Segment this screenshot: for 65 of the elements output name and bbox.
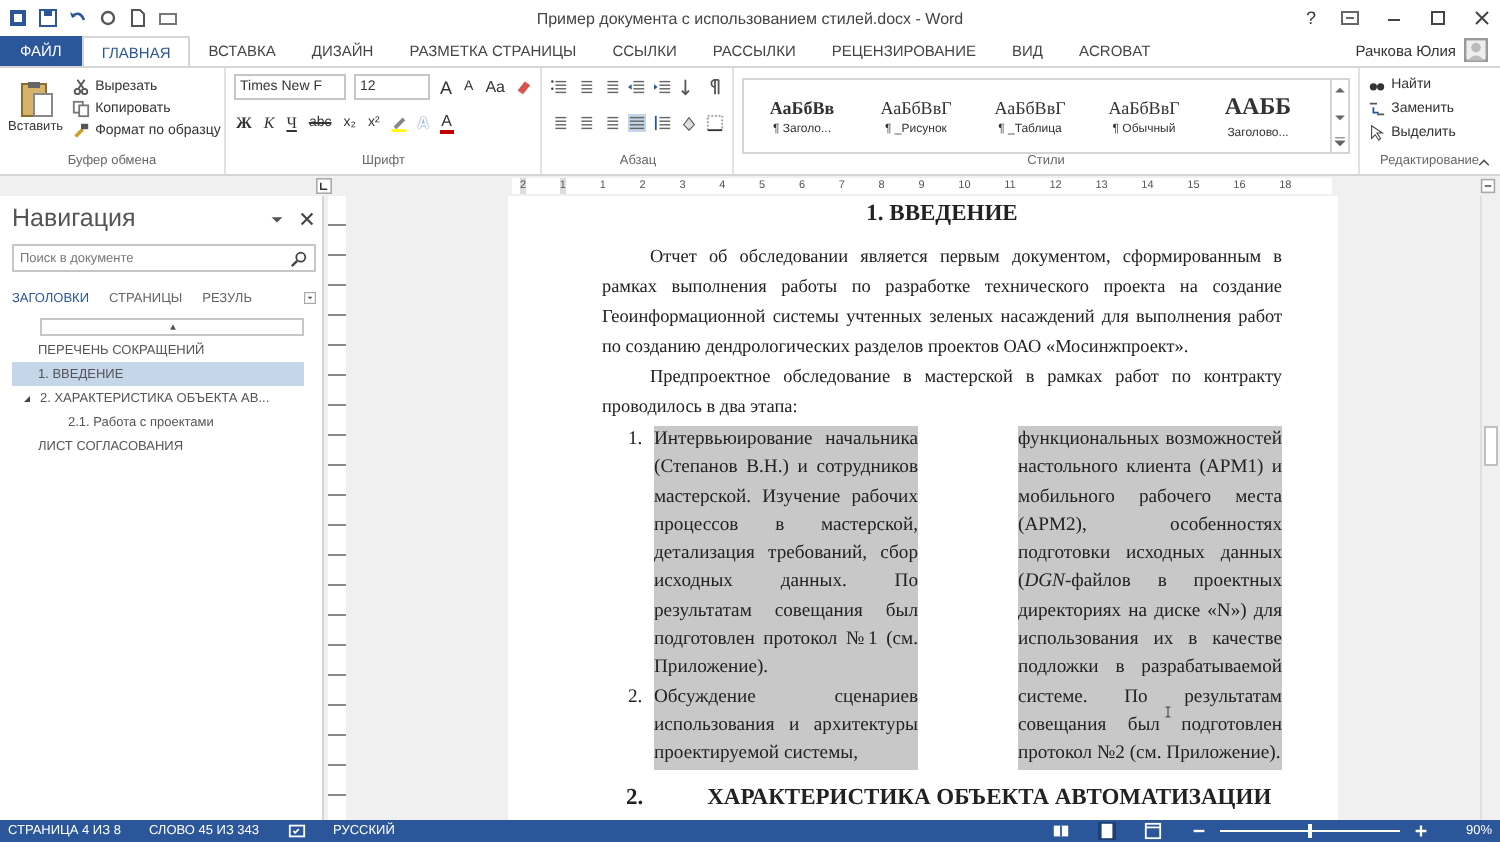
close-icon[interactable]	[1472, 8, 1492, 28]
zoom-in-icon[interactable]	[1411, 822, 1430, 840]
heading-number: 2.	[626, 785, 644, 810]
new-document-icon[interactable]	[128, 8, 148, 28]
zoom-slider[interactable]	[1307, 824, 1312, 838]
text-cursor-icon	[1162, 702, 1174, 722]
collapse-ribbon-icon[interactable]	[1476, 154, 1492, 170]
format-button[interactable]: К	[261, 114, 277, 132]
read-mode-icon[interactable]	[1051, 822, 1070, 840]
align-right-icon[interactable]	[602, 114, 621, 132]
eraser-icon[interactable]	[514, 78, 533, 96]
scroll-thumb[interactable]	[1484, 426, 1498, 466]
document-paragraph: Отчет об обследовании является первым документом, сформированным в рамках выполнения работы по разработке технического проекта на создание Геоинформационной системы учтенных зеленых насаждений для выполнения работ по созданию дендрологических разделов проектов ОАО «Мосинжпроект».	[602, 244, 1282, 360]
web-layout-icon[interactable]	[1143, 822, 1162, 840]
bullet-list-icon[interactable]	[550, 78, 569, 96]
decrease-indent-icon[interactable]	[628, 78, 647, 96]
tab-stop-icon[interactable]	[316, 178, 332, 194]
window-title: Пример документа с использованием стилей.docx - Word	[534, 9, 966, 27]
align-center-icon[interactable]	[576, 114, 595, 132]
list-item-text: Интервьюирование начальника (Степанов В.Н.) и сотрудников мастерской. Изучение рабочих процессов в мастерской, детализация требований, сбор исходных данных. По результатам совещания был подготовлен протокол №1 (см. Приложение).	[654, 426, 918, 684]
highlighter-icon[interactable]	[389, 114, 408, 132]
align-left-icon[interactable]	[550, 114, 569, 132]
document-paragraph: Предпроектное обследование в мастерской в рамках работ по контракту проводилось в два этапа:	[602, 364, 1282, 420]
view-ruler-icon[interactable]	[1480, 178, 1496, 194]
format-button[interactable]: A	[415, 114, 432, 132]
brush-icon	[71, 122, 90, 140]
borders-icon[interactable]	[706, 114, 725, 132]
style-preview: АаБбВвГ	[994, 97, 1066, 117]
line-spacing-icon[interactable]	[654, 114, 673, 132]
list-item-text: Обсуждение сценариев использования и архитектуры проектируемой системы,	[654, 683, 918, 770]
search-icon[interactable]	[290, 249, 308, 267]
word-app-icon	[8, 8, 28, 28]
expanded-triangle-icon[interactable]	[22, 393, 32, 403]
vertical-scrollbar[interactable]	[1480, 196, 1500, 820]
user-avatar-icon	[1464, 38, 1488, 62]
format-button[interactable]: Ч	[284, 114, 299, 132]
collapse-arrow-icon	[165, 320, 179, 334]
increase-indent-icon[interactable]	[654, 78, 673, 96]
save-icon[interactable]	[38, 8, 58, 28]
scissors-icon	[71, 78, 90, 96]
help-button[interactable]: ?	[1305, 8, 1316, 28]
list-number: 2.	[626, 683, 645, 712]
close-icon[interactable]	[298, 209, 316, 227]
cursor-arrow-icon	[1367, 124, 1386, 142]
copy-icon	[71, 100, 90, 118]
style-preview: ААББ	[1224, 92, 1292, 122]
document-heading: 1. ВВЕДЕНИЕ	[864, 202, 1020, 226]
style-preview: АаБбВв	[769, 97, 835, 117]
ribbon-display-icon[interactable]	[1340, 8, 1360, 28]
proofing-icon[interactable]	[287, 822, 306, 840]
pilcrow-icon[interactable]	[706, 78, 725, 96]
clipboard-icon	[15, 76, 56, 120]
document-heading: ХАРАКТЕРИСТИКА ОБЪЕКТА АВТОМАТИЗАЦИИ	[707, 785, 1272, 810]
style-preview: АаБбВвГ	[1108, 97, 1180, 117]
pane-title: Навигация	[12, 204, 138, 232]
align-justify-icon[interactable]	[628, 114, 647, 132]
font-button[interactable]: A	[438, 77, 455, 97]
style-preview: АаБбВвГ	[880, 97, 952, 117]
format-button[interactable]: A	[439, 113, 454, 133]
maximize-icon[interactable]	[1428, 8, 1448, 28]
font-button[interactable]: Aa	[483, 78, 507, 96]
list-item-text: функциональных возможностей настольного клиента (АРМ1) и мобильного рабочего места (АРМ2), особенностях подготовки исходных данных (DGN-файлов в проектных директориях на диске «N») для использования их в качестве подложки в разрабатываемой системе. По результатам совещания был подготовлен протокол №2 (см. Приложение).	[1018, 426, 1282, 770]
list-number: 1.	[626, 426, 645, 454]
print-layout-icon[interactable]	[1097, 822, 1116, 840]
format-button[interactable]: Ж	[234, 114, 254, 132]
